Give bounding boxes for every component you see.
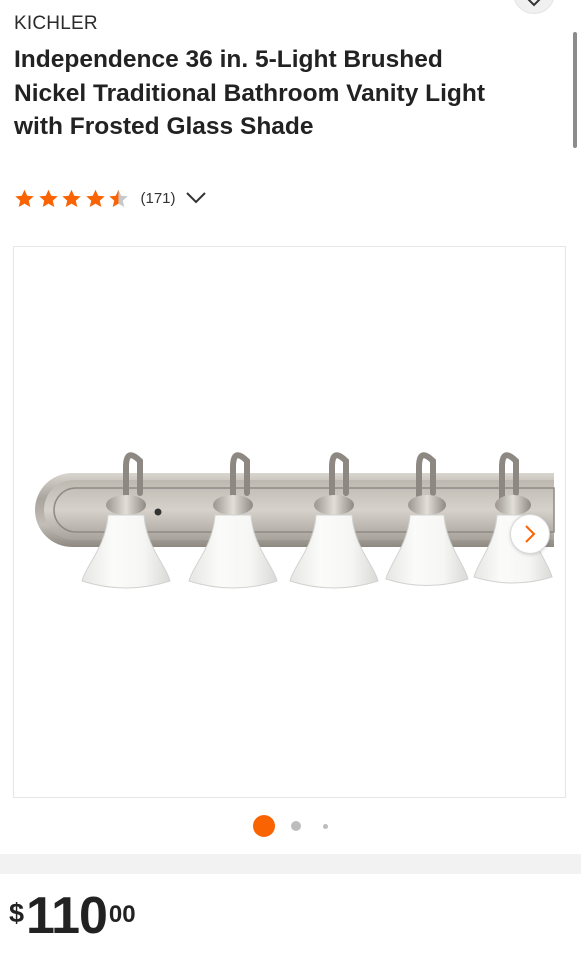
chevron-right-icon (525, 525, 536, 543)
brand-name[interactable]: KICHLER (14, 13, 98, 35)
scrollbar[interactable] (573, 32, 577, 148)
image-pagination (0, 815, 581, 837)
pagination-dot[interactable] (323, 823, 328, 829)
star-rating (14, 188, 132, 209)
price-currency: $ (9, 898, 25, 928)
pagination-dot[interactable] (291, 821, 301, 831)
product-image-gallery[interactable] (13, 246, 566, 798)
review-count[interactable]: (171) (141, 190, 176, 207)
star-icon (109, 189, 128, 207)
price-cents: 00 (108, 901, 136, 928)
pagination-dot-active[interactable] (253, 815, 275, 837)
star-icon (85, 189, 105, 207)
section-divider (0, 854, 581, 874)
star-icon (38, 189, 58, 207)
rating-row[interactable]: (171) (14, 185, 207, 211)
star-icon (62, 189, 81, 207)
star-icon (15, 189, 34, 207)
product-title: Independence 36 in. 5-Light Brushed Nick… (14, 46, 486, 140)
price-dollars: 110 (26, 887, 108, 945)
price: $ 110 00 (9, 890, 136, 942)
next-image-button[interactable] (510, 514, 550, 554)
product-image (35, 452, 555, 589)
chevron-down-icon[interactable] (185, 191, 207, 205)
chevron-down-icon (527, 0, 541, 7)
collapse-button[interactable] (513, 0, 555, 14)
